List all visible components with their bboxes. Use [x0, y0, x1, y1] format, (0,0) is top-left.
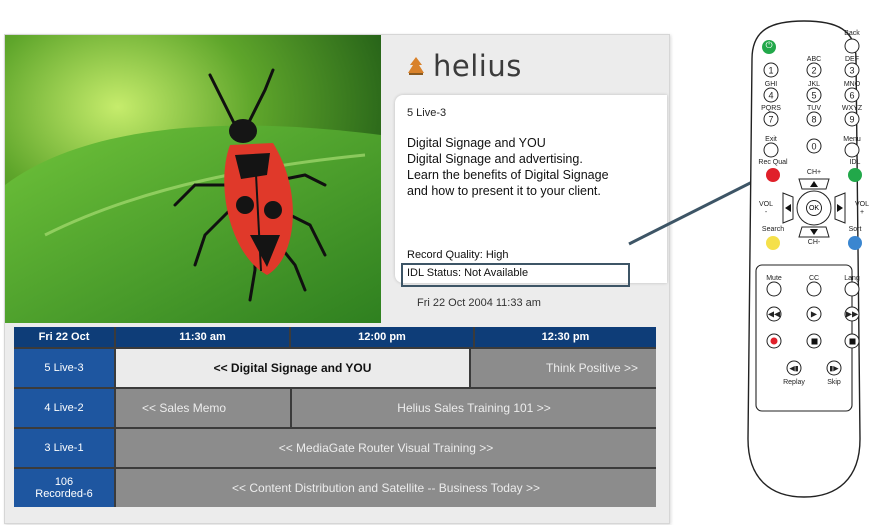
lang-button[interactable]	[844, 281, 860, 297]
sort-button[interactable]	[848, 236, 862, 250]
key-8-button[interactable]: 8	[806, 111, 822, 127]
menu-button[interactable]	[844, 142, 860, 158]
key-5-button[interactable]: 5	[806, 87, 822, 103]
back-label: Back	[844, 30, 860, 37]
stop-button[interactable]	[806, 333, 822, 349]
play-button[interactable]: ▶	[806, 306, 822, 322]
fast-forward-icon: ▶▶	[845, 309, 859, 319]
vol-down-label: VOL -	[758, 201, 774, 216]
skip-label: Skip	[827, 379, 841, 386]
back-button[interactable]	[844, 38, 860, 54]
key-1-button[interactable]: 1	[763, 62, 779, 78]
mute-button[interactable]	[766, 281, 782, 297]
ok-button[interactable]: OK	[806, 200, 822, 216]
ch-down-label: CH-	[807, 239, 821, 246]
cc-button[interactable]	[806, 281, 822, 297]
play-icon: ▶	[810, 309, 818, 319]
key-3-button[interactable]: 3	[844, 62, 860, 78]
vol-up-label: VOL +	[854, 201, 870, 216]
pause-icon	[849, 338, 855, 344]
search-button[interactable]	[766, 236, 780, 250]
pause-button[interactable]	[844, 333, 860, 349]
rec-qual-label: Rec Qual	[758, 159, 788, 166]
skip-icon: ▮▶	[829, 365, 839, 372]
rewind-button[interactable]: ◀◀	[766, 306, 782, 322]
replay-label: Replay	[783, 379, 805, 386]
exit-button[interactable]	[763, 142, 779, 158]
rec-qual-button[interactable]	[766, 168, 780, 182]
rewind-icon: ◀◀	[767, 309, 781, 319]
stop-icon	[811, 338, 817, 344]
search-label: Search	[761, 226, 785, 233]
key-2-button[interactable]: 2	[806, 62, 822, 78]
idl-button[interactable]	[848, 168, 862, 182]
key-0-button[interactable]: 0	[806, 138, 822, 154]
fast-forward-button[interactable]: ▶▶	[844, 306, 860, 322]
key-7-button[interactable]: 7	[763, 111, 779, 127]
power-icon: ⏻	[765, 40, 773, 50]
record-button[interactable]	[766, 333, 782, 349]
key-6-button[interactable]: 6	[844, 87, 860, 103]
key-9-button[interactable]: 9	[844, 111, 860, 127]
ch-up-label: CH+	[806, 169, 822, 176]
record-icon	[770, 337, 778, 345]
key-4-button[interactable]: 4	[763, 87, 779, 103]
remote-control: ⏻ Back 1 ABC 2 DEF 3 GHI 4 JKL 5 MNO 6 P…	[742, 19, 870, 501]
replay-button[interactable]: ◀▮	[786, 360, 802, 376]
idl-label: IDL	[849, 159, 861, 166]
replay-icon: ◀▮	[789, 365, 799, 372]
sort-label: Sort	[848, 226, 862, 233]
skip-button[interactable]: ▮▶	[826, 360, 842, 376]
